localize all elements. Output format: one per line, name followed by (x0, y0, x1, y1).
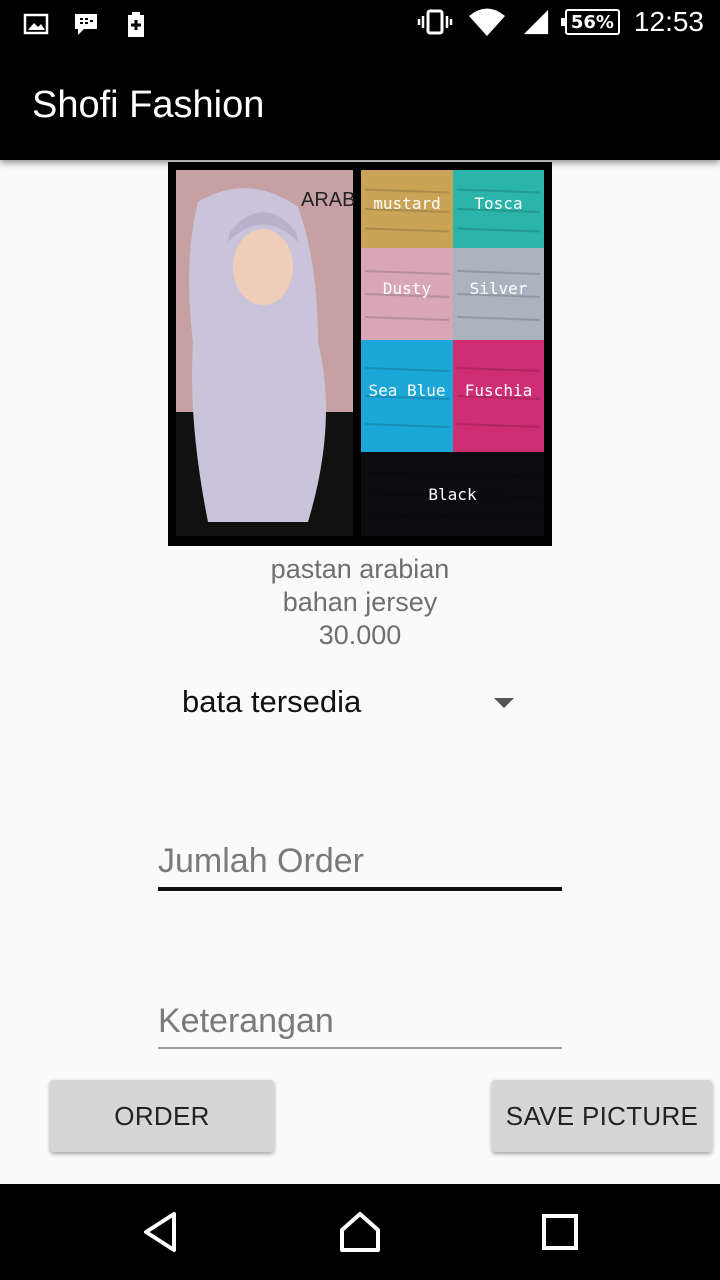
bbm-icon (75, 14, 97, 35)
quantity-underline (158, 887, 562, 891)
order-button[interactable]: ORDER (50, 1080, 274, 1152)
vibrate-icon (417, 9, 453, 35)
signal-icon (523, 9, 548, 35)
spinner-selected-value: bata tersedia (182, 684, 362, 719)
image-brand-text: ARAB (301, 189, 355, 211)
status-clock: 12:53 (633, 6, 704, 37)
home-icon (340, 1212, 380, 1252)
app-bar: Shofi Fashion (0, 50, 720, 160)
battery-indicator: 56% (560, 9, 620, 35)
product-material: bahan jersey (282, 587, 438, 617)
back-icon (144, 1212, 176, 1252)
product-price: 30.000 (318, 620, 402, 650)
back-button[interactable] (130, 1202, 190, 1262)
recents-button[interactable] (530, 1202, 590, 1262)
save-picture-button[interactable]: SAVE PICTURE (492, 1080, 712, 1152)
notes-input[interactable] (158, 1002, 562, 1047)
app-title: Shofi Fashion (32, 84, 265, 126)
gallery-icon (23, 13, 49, 35)
swatch-label-5: Fuschia (465, 381, 532, 400)
navigation-bar (0, 1184, 720, 1280)
swatch-label-4: Sea Blue (368, 381, 445, 400)
notes-field[interactable] (158, 1002, 562, 1049)
product-name: pastan arabian (270, 554, 450, 584)
swatch-label-1: Tosca (474, 194, 522, 213)
dropdown-arrow-icon (494, 698, 514, 708)
battery-charging-icon (128, 12, 144, 37)
color-spinner[interactable]: bata tersedia (168, 670, 528, 736)
home-button[interactable] (330, 1202, 390, 1262)
product-image: ARAB mustard Tosca Dusty Silver Sea Blue Fusc… (168, 162, 552, 546)
status-bar: 56% 12:53 (0, 0, 720, 50)
swatch-label-0: mustard (373, 194, 440, 213)
swatch-label-3: Silver (470, 279, 528, 298)
quantity-field[interactable] (158, 842, 562, 891)
swatch-label-6: Black (428, 485, 477, 504)
swatch-label-2: Dusty (383, 279, 432, 298)
wifi-icon (468, 8, 505, 36)
recents-icon (542, 1214, 578, 1250)
quantity-input[interactable] (158, 842, 562, 887)
notes-underline (158, 1047, 562, 1049)
